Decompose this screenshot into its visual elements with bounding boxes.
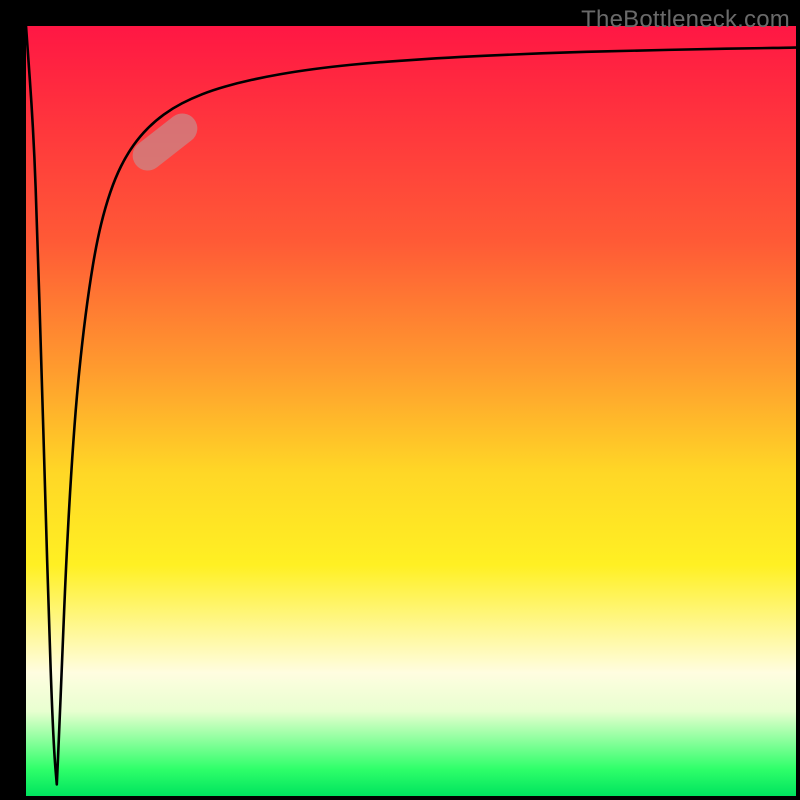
chart-stage: TheBottleneck.com bbox=[0, 0, 800, 800]
watermark-text: TheBottleneck.com bbox=[581, 6, 790, 34]
plot-area bbox=[26, 26, 796, 796]
highlight-marker bbox=[126, 107, 203, 176]
